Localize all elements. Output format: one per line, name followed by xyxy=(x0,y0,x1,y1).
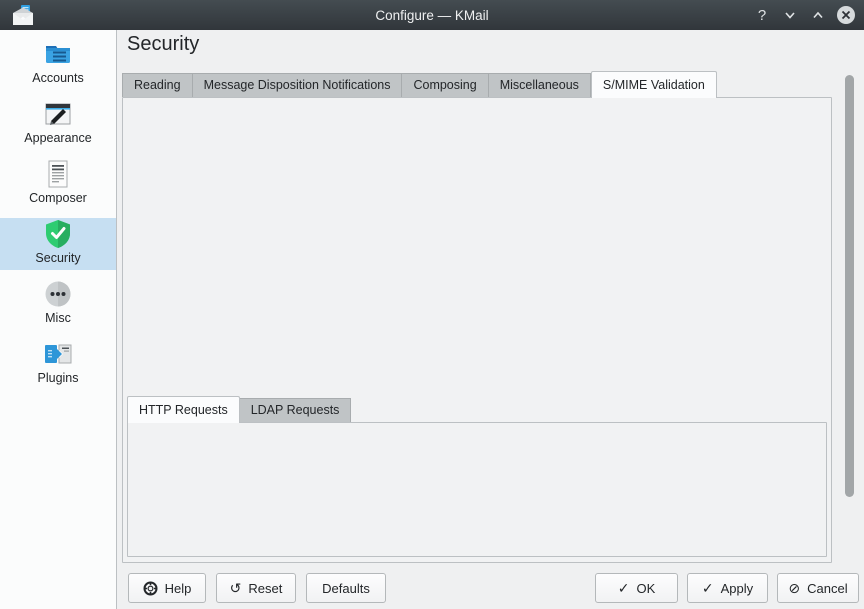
tab-composing[interactable]: Composing xyxy=(402,73,488,97)
category-sidebar: Accounts Appearance Composer xyxy=(0,30,117,609)
tab-reading[interactable]: Reading xyxy=(122,73,193,97)
http-requests-page xyxy=(127,422,827,557)
main-content: Security Reading Message Disposition Not… xyxy=(117,30,864,609)
sidebar-item-label: Plugins xyxy=(38,371,79,385)
tab-miscellaneous[interactable]: Miscellaneous xyxy=(489,73,591,97)
cancel-prohibit-icon: ⊘ xyxy=(788,580,800,597)
titlebar[interactable]: Configure — KMail ? xyxy=(0,0,864,30)
help-window-button[interactable]: ? xyxy=(752,5,772,25)
sidebar-item-label: Accounts xyxy=(32,71,83,85)
sidebar-item-plugins[interactable]: Plugins xyxy=(0,338,116,390)
sidebar-item-label: Appearance xyxy=(24,131,91,145)
sidebar-item-accounts[interactable]: Accounts xyxy=(0,38,116,90)
sidebar-item-appearance[interactable]: Appearance xyxy=(0,98,116,150)
reset-undo-icon: ↺ xyxy=(230,580,242,597)
close-icon[interactable] xyxy=(836,5,856,25)
tab-smime-validation[interactable]: S/MIME Validation xyxy=(591,71,717,98)
configure-dialog: Configure — KMail ? xyxy=(0,0,864,609)
accounts-folder-icon xyxy=(42,38,74,70)
page-title: Security xyxy=(127,33,199,56)
help-lifebuoy-icon xyxy=(143,581,158,596)
minimize-icon[interactable] xyxy=(780,5,800,25)
cancel-button[interactable]: ⊘ Cancel xyxy=(777,573,859,603)
misc-dots-icon xyxy=(42,278,74,310)
reset-button[interactable]: ↺ Reset xyxy=(216,573,296,603)
appearance-window-icon xyxy=(42,98,74,130)
sidebar-item-label: Security xyxy=(35,251,80,265)
sidebar-item-label: Misc xyxy=(45,311,71,325)
security-shield-icon xyxy=(42,218,74,250)
vertical-scrollbar[interactable] xyxy=(845,75,854,497)
sidebar-item-composer[interactable]: Composer xyxy=(0,158,116,210)
help-button[interactable]: Help xyxy=(128,573,206,603)
defaults-button[interactable]: Defaults xyxy=(306,573,386,603)
sidebar-item-security[interactable]: Security xyxy=(0,218,116,270)
sidebar-item-misc[interactable]: Misc xyxy=(0,278,116,330)
plugins-icon xyxy=(42,338,74,370)
tab-ldap-requests[interactable]: LDAP Requests xyxy=(240,398,352,422)
maximize-icon[interactable] xyxy=(808,5,828,25)
requests-tabbar: HTTP Requests LDAP Requests xyxy=(127,396,351,422)
apply-button[interactable]: ✓ Apply xyxy=(687,573,768,603)
tab-http-requests[interactable]: HTTP Requests xyxy=(127,396,240,423)
security-tabbar: Reading Message Disposition Notification… xyxy=(122,71,717,97)
ok-check-icon: ✓ xyxy=(618,580,630,597)
sidebar-item-label: Composer xyxy=(29,191,87,205)
tab-message-disposition-notifications[interactable]: Message Disposition Notifications xyxy=(193,73,403,97)
composer-document-icon xyxy=(42,158,74,190)
ok-button[interactable]: ✓ OK xyxy=(595,573,678,603)
window-title: Configure — KMail xyxy=(0,8,864,23)
apply-check-icon: ✓ xyxy=(702,580,714,597)
kmail-app-icon xyxy=(12,4,34,26)
